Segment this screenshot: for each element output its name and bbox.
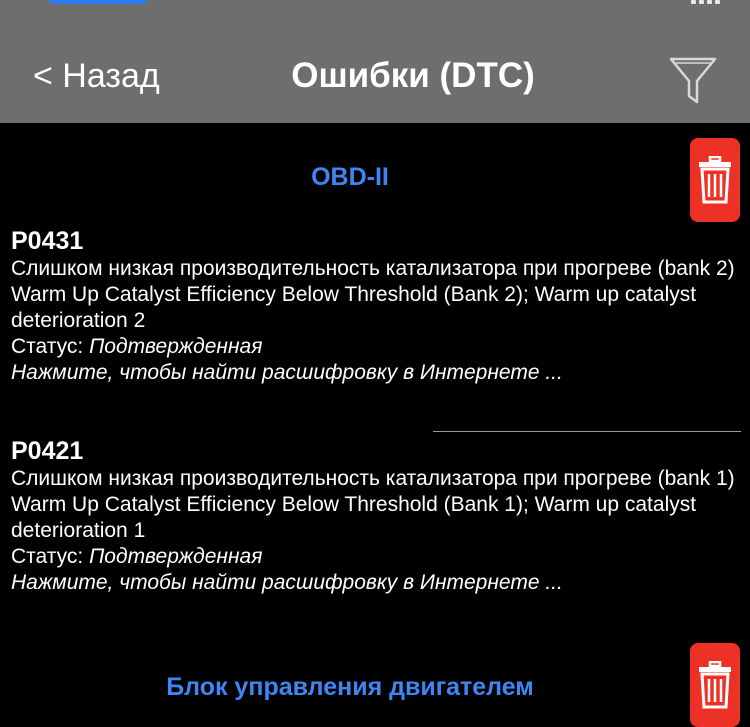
- section-header-obd2: OBD-II: [311, 163, 389, 191]
- trash-icon: [699, 156, 731, 204]
- delete-obd2-errors-button[interactable]: [690, 138, 740, 222]
- error-item[interactable]: P0431 Слишком низкая производительность …: [11, 226, 741, 386]
- error-description-en: Warm Up Catalyst Efficiency Below Thresh…: [11, 493, 697, 542]
- error-code: P0421: [11, 437, 84, 465]
- lookup-link[interactable]: Нажмите, чтобы найти расшифровку в Интер…: [11, 570, 741, 596]
- lookup-link[interactable]: Нажмите, чтобы найти расшифровку в Интер…: [11, 360, 741, 386]
- status-value: Подтвержденная: [89, 545, 263, 568]
- navigation-bar: < Назад Ошибки (DTC): [0, 30, 750, 123]
- error-description-ru: Слишком низкая производительность катали…: [11, 257, 735, 280]
- error-item[interactable]: P0421 Слишком низкая производительность …: [11, 436, 741, 596]
- status-label: Статус:: [11, 545, 90, 568]
- trash-icon: [699, 661, 731, 709]
- error-description-ru: Слишком низкая производительность катали…: [11, 467, 735, 490]
- status-pill: [47, 0, 149, 4]
- error-description-en: Warm Up Catalyst Efficiency Below Thresh…: [11, 283, 697, 332]
- back-button[interactable]: < Назад: [33, 56, 160, 96]
- error-list: OBD-II P0431 Слишком низкая производител…: [0, 123, 750, 727]
- section-header-engine-ecu: Блок управления двигателем: [166, 673, 534, 701]
- delete-engine-errors-button[interactable]: [690, 643, 740, 727]
- divider: [433, 431, 741, 432]
- status-bar: [0, 0, 750, 30]
- status-label: Статус:: [11, 335, 90, 358]
- error-status: Статус: Подтвержденная: [11, 334, 741, 360]
- filter-button[interactable]: [668, 54, 718, 106]
- error-status: Статус: Подтвержденная: [11, 544, 741, 570]
- filter-icon: [669, 57, 717, 104]
- error-code: P0431: [11, 227, 84, 255]
- signal-icon: [691, 0, 720, 4]
- status-value: Подтвержденная: [89, 335, 263, 358]
